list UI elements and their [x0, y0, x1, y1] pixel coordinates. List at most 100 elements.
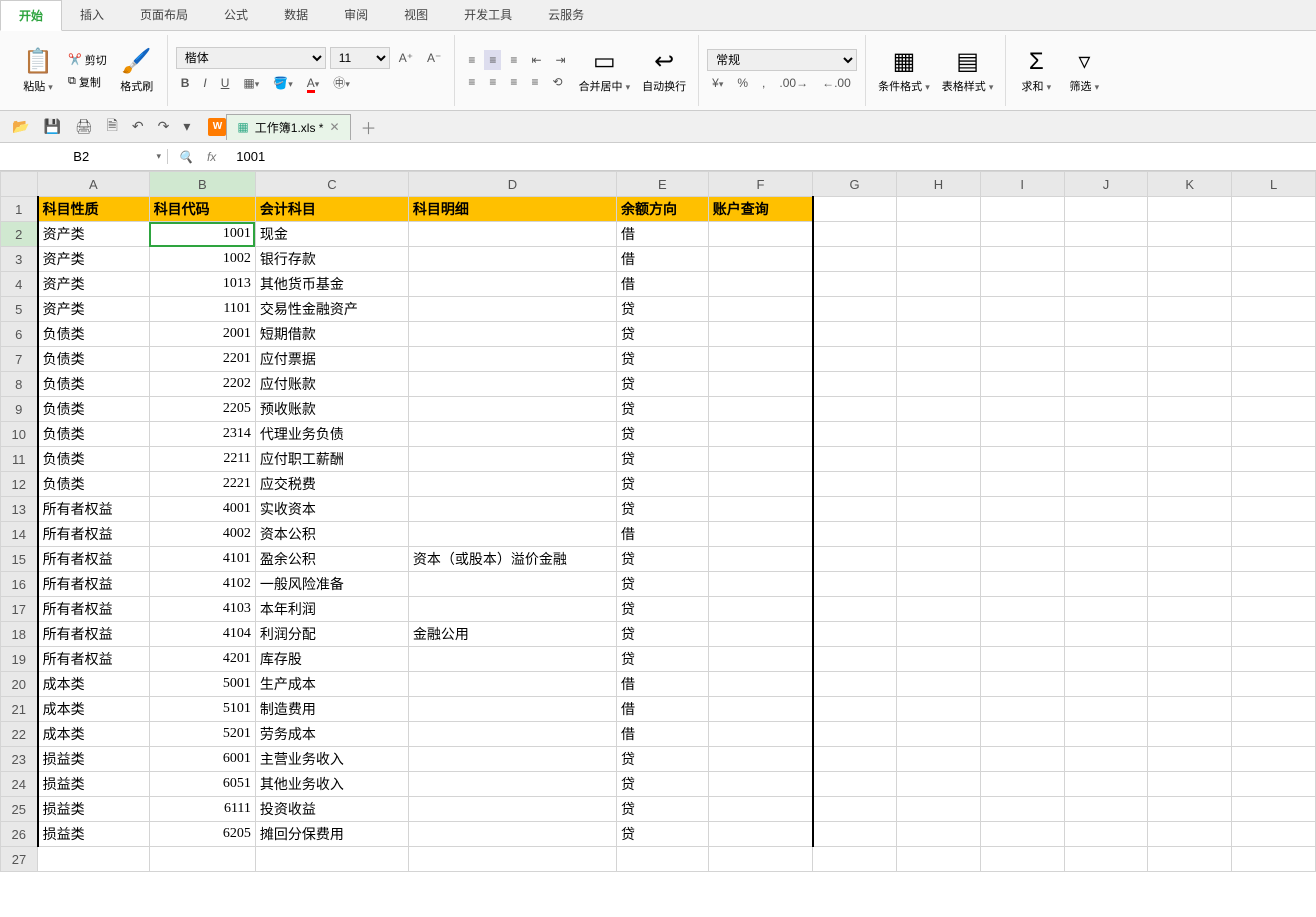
cell-H26[interactable]: [896, 822, 980, 847]
cell-C17[interactable]: 本年利润: [255, 597, 408, 622]
cell-C8[interactable]: 应付账款: [255, 372, 408, 397]
cell-B22[interactable]: 5201: [149, 722, 255, 747]
cell-G21[interactable]: [813, 697, 897, 722]
cell-L12[interactable]: [1232, 472, 1316, 497]
cell-L20[interactable]: [1232, 672, 1316, 697]
cell-A21[interactable]: 成本类: [38, 697, 150, 722]
font-family-select[interactable]: 楷体: [176, 47, 326, 69]
cell-A2[interactable]: 资产类: [38, 222, 150, 247]
cell-H1[interactable]: [896, 197, 980, 222]
cell-H17[interactable]: [896, 597, 980, 622]
cell-D1[interactable]: 科目明细: [408, 197, 616, 222]
cell-H15[interactable]: [896, 547, 980, 572]
cell-E27[interactable]: [616, 847, 708, 872]
cell-G23[interactable]: [813, 747, 897, 772]
cell-H22[interactable]: [896, 722, 980, 747]
cell-I24[interactable]: [980, 772, 1064, 797]
number-format-select[interactable]: 常规: [707, 49, 857, 71]
cell-K6[interactable]: [1148, 322, 1232, 347]
cell-H14[interactable]: [896, 522, 980, 547]
cell-L26[interactable]: [1232, 822, 1316, 847]
cell-D19[interactable]: [408, 647, 616, 672]
filter-button[interactable]: ▿ 筛选 ▾: [1062, 43, 1106, 98]
row-header-4[interactable]: 4: [1, 272, 38, 297]
cell-K14[interactable]: [1148, 522, 1232, 547]
cell-C2[interactable]: 现金: [255, 222, 408, 247]
cell-H16[interactable]: [896, 572, 980, 597]
ribbon-tab-1[interactable]: 插入: [62, 0, 122, 30]
cell-K24[interactable]: [1148, 772, 1232, 797]
row-header-5[interactable]: 5: [1, 297, 38, 322]
cell-B10[interactable]: 2314: [149, 422, 255, 447]
row-header-19[interactable]: 19: [1, 647, 38, 672]
cell-E7[interactable]: 贷: [616, 347, 708, 372]
cell-J2[interactable]: [1064, 222, 1148, 247]
cell-F27[interactable]: [708, 847, 812, 872]
cell-D7[interactable]: [408, 347, 616, 372]
qa-dropdown-icon[interactable]: ▾: [179, 116, 194, 137]
cell-I13[interactable]: [980, 497, 1064, 522]
cell-C12[interactable]: 应交税费: [255, 472, 408, 497]
cell-L7[interactable]: [1232, 347, 1316, 372]
cell-B15[interactable]: 4101: [149, 547, 255, 572]
cell-E1[interactable]: 余额方向: [616, 197, 708, 222]
cell-F12[interactable]: [708, 472, 812, 497]
cell-K7[interactable]: [1148, 347, 1232, 372]
row-header-18[interactable]: 18: [1, 622, 38, 647]
cell-K5[interactable]: [1148, 297, 1232, 322]
ribbon-tab-2[interactable]: 页面布局: [122, 0, 206, 30]
indent-increase-button[interactable]: ⇥: [551, 50, 571, 70]
cell-L21[interactable]: [1232, 697, 1316, 722]
cell-A11[interactable]: 负债类: [38, 447, 150, 472]
cell-G19[interactable]: [813, 647, 897, 672]
cell-A20[interactable]: 成本类: [38, 672, 150, 697]
cell-F21[interactable]: [708, 697, 812, 722]
cell-F26[interactable]: [708, 822, 812, 847]
cell-G6[interactable]: [813, 322, 897, 347]
row-header-15[interactable]: 15: [1, 547, 38, 572]
row-header-2[interactable]: 2: [1, 222, 38, 247]
cell-K26[interactable]: [1148, 822, 1232, 847]
cell-L27[interactable]: [1232, 847, 1316, 872]
decrease-font-icon[interactable]: A⁻: [422, 48, 446, 68]
cell-B27[interactable]: [149, 847, 255, 872]
formula-search-icon[interactable]: 🔍: [174, 148, 197, 166]
cell-A3[interactable]: 资产类: [38, 247, 150, 272]
cell-D14[interactable]: [408, 522, 616, 547]
cell-I3[interactable]: [980, 247, 1064, 272]
cell-A27[interactable]: [38, 847, 150, 872]
cell-I10[interactable]: [980, 422, 1064, 447]
cell-E24[interactable]: 贷: [616, 772, 708, 797]
cell-B12[interactable]: 2221: [149, 472, 255, 497]
cell-D5[interactable]: [408, 297, 616, 322]
cell-I12[interactable]: [980, 472, 1064, 497]
cell-C9[interactable]: 预收账款: [255, 397, 408, 422]
cell-I19[interactable]: [980, 647, 1064, 672]
cell-H19[interactable]: [896, 647, 980, 672]
fill-color-button[interactable]: 🪣▾: [268, 73, 297, 93]
cell-C20[interactable]: 生产成本: [255, 672, 408, 697]
cell-K13[interactable]: [1148, 497, 1232, 522]
cell-H7[interactable]: [896, 347, 980, 372]
cell-L22[interactable]: [1232, 722, 1316, 747]
align-justify-button[interactable]: ≡: [526, 72, 543, 92]
cell-L10[interactable]: [1232, 422, 1316, 447]
cell-K18[interactable]: [1148, 622, 1232, 647]
cell-J4[interactable]: [1064, 272, 1148, 297]
fx-icon[interactable]: fx: [203, 148, 220, 166]
cell-G1[interactable]: [813, 197, 897, 222]
cell-B24[interactable]: 6051: [149, 772, 255, 797]
cell-F13[interactable]: [708, 497, 812, 522]
cell-F8[interactable]: [708, 372, 812, 397]
cell-D10[interactable]: [408, 422, 616, 447]
ribbon-tab-8[interactable]: 云服务: [530, 0, 602, 30]
cell-G7[interactable]: [813, 347, 897, 372]
cell-I9[interactable]: [980, 397, 1064, 422]
cell-J13[interactable]: [1064, 497, 1148, 522]
cell-K16[interactable]: [1148, 572, 1232, 597]
align-middle-button[interactable]: ≡: [484, 50, 501, 70]
sum-button[interactable]: Σ 求和 ▾: [1014, 44, 1058, 98]
cell-B6[interactable]: 2001: [149, 322, 255, 347]
cell-E8[interactable]: 贷: [616, 372, 708, 397]
row-header-27[interactable]: 27: [1, 847, 38, 872]
